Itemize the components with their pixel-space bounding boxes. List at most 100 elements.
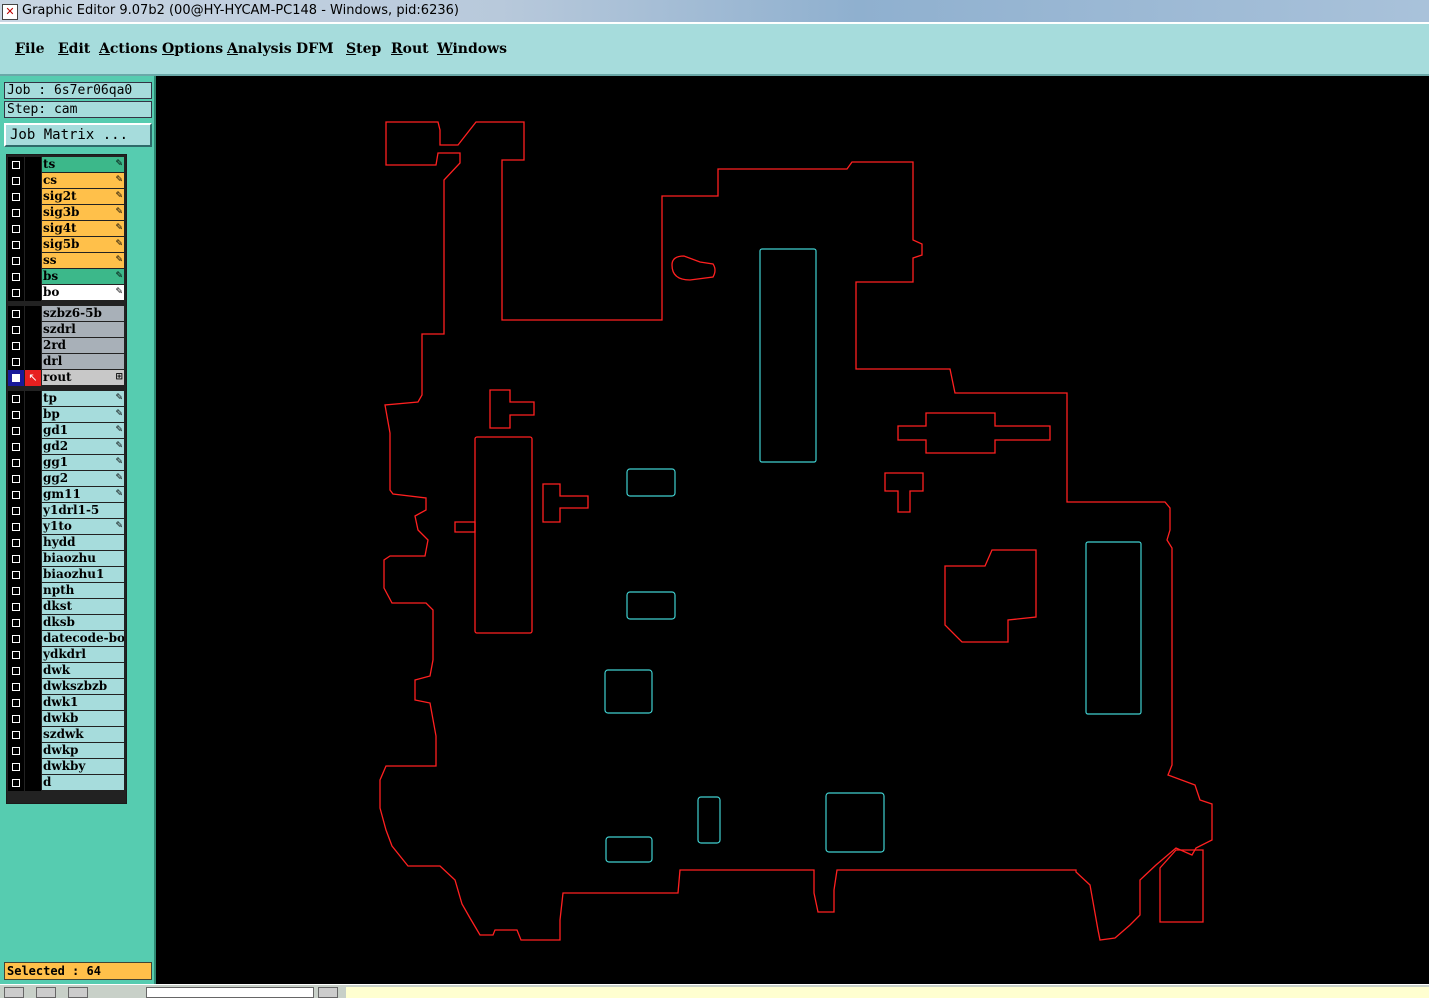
layer-affected-toggle[interactable] — [25, 487, 41, 503]
layer-row-dwk1[interactable]: dwk1 — [7, 695, 126, 711]
layer-name[interactable]: bs ✎ — [42, 269, 124, 284]
command-input[interactable] — [146, 987, 314, 998]
layer-display-checkbox[interactable] — [8, 647, 24, 663]
layer-display-checkbox[interactable] — [8, 306, 24, 322]
layer-affected-toggle[interactable] — [25, 519, 41, 535]
layer-row-biaozhu1[interactable]: biaozhu1 — [7, 567, 126, 583]
layer-name[interactable]: gm11 ✎ — [42, 487, 124, 502]
layer-display-checkbox[interactable] — [8, 535, 24, 551]
layer-display-checkbox[interactable] — [8, 503, 24, 519]
layer-name[interactable]: 2rd — [42, 338, 124, 353]
menu-windows[interactable]: Windows — [437, 41, 507, 57]
layer-affected-toggle[interactable] — [25, 237, 41, 253]
layer-display-checkbox[interactable] — [8, 370, 24, 386]
layer-name[interactable]: dwk — [42, 663, 124, 678]
layer-display-checkbox[interactable] — [8, 471, 24, 487]
menu-edit[interactable]: Edit — [58, 41, 90, 57]
layer-row-szdwk[interactable]: szdwk — [7, 727, 126, 743]
layer-name[interactable]: npth — [42, 583, 124, 598]
layer-display-checkbox[interactable] — [8, 221, 24, 237]
layer-display-checkbox[interactable] — [8, 338, 24, 354]
layer-display-checkbox[interactable] — [8, 727, 24, 743]
layer-name[interactable]: cs ✎ — [42, 173, 124, 188]
layer-affected-toggle[interactable] — [25, 189, 41, 205]
layer-name[interactable]: sig2t ✎ — [42, 189, 124, 204]
layer-affected-toggle[interactable] — [25, 711, 41, 727]
layer-display-checkbox[interactable] — [8, 253, 24, 269]
layer-affected-toggle[interactable] — [25, 679, 41, 695]
layer-display-checkbox[interactable] — [8, 551, 24, 567]
layer-name[interactable]: gd2 ✎ — [42, 439, 124, 454]
layer-row-bs[interactable]: bs ✎ — [7, 269, 126, 285]
layer-row-ts[interactable]: ts ✎ — [7, 157, 126, 173]
layer-affected-toggle[interactable] — [25, 727, 41, 743]
layer-display-checkbox[interactable] — [8, 743, 24, 759]
layer-row-gg2[interactable]: gg2 ✎ — [7, 471, 126, 487]
layer-name[interactable]: ss ✎ — [42, 253, 124, 268]
layer-name[interactable]: szdwk — [42, 727, 124, 742]
layer-name[interactable]: sig5b ✎ — [42, 237, 124, 252]
menu-actions[interactable]: Actions — [99, 41, 158, 57]
layer-affected-toggle[interactable] — [25, 285, 41, 301]
layer-row-rout[interactable]: ↖ rout ⊞ — [7, 370, 126, 386]
layer-affected-toggle[interactable] — [25, 423, 41, 439]
layer-row-sig3b[interactable]: sig3b ✎ — [7, 205, 126, 221]
layer-display-checkbox[interactable] — [8, 354, 24, 370]
layer-name[interactable]: sig3b ✎ — [42, 205, 124, 220]
layer-name[interactable]: dwk1 — [42, 695, 124, 710]
layer-name[interactable]: dwkb — [42, 711, 124, 726]
menu-dfm[interactable]: DFM — [296, 41, 334, 57]
layer-display-checkbox[interactable] — [8, 775, 24, 791]
job-matrix-button[interactable]: Job Matrix ... — [4, 123, 152, 147]
layer-display-checkbox[interactable] — [8, 205, 24, 221]
layer-name[interactable]: dwkby — [42, 759, 124, 774]
layer-row-dwkby[interactable]: dwkby — [7, 759, 126, 775]
bottom-button-4[interactable] — [318, 987, 338, 998]
layer-name[interactable]: sig4t ✎ — [42, 221, 124, 236]
layer-affected-toggle[interactable] — [25, 631, 41, 647]
layer-affected-toggle[interactable] — [25, 551, 41, 567]
layer-name[interactable]: gg1 ✎ — [42, 455, 124, 470]
layer-row-gg1[interactable]: gg1 ✎ — [7, 455, 126, 471]
layer-row-bp[interactable]: bp ✎ — [7, 407, 126, 423]
layer-display-checkbox[interactable] — [8, 237, 24, 253]
layer-display-checkbox[interactable] — [8, 439, 24, 455]
layer-affected-toggle[interactable] — [25, 221, 41, 237]
layer-name[interactable]: datecode-bo — [42, 631, 124, 646]
layer-display-checkbox[interactable] — [8, 391, 24, 407]
layer-affected-toggle[interactable] — [25, 354, 41, 370]
layer-name[interactable]: biaozhu1 — [42, 567, 124, 582]
layer-affected-toggle[interactable] — [25, 695, 41, 711]
menu-step[interactable]: Step — [346, 41, 381, 57]
layer-display-checkbox[interactable] — [8, 567, 24, 583]
layer-row-dksb[interactable]: dksb — [7, 615, 126, 631]
menu-options[interactable]: Options — [162, 41, 223, 57]
layer-name[interactable]: szdrl — [42, 322, 124, 337]
layer-name[interactable]: dwkszbzb — [42, 679, 124, 694]
layer-row-gd1[interactable]: gd1 ✎ — [7, 423, 126, 439]
layer-row-szdrl[interactable]: szdrl — [7, 322, 126, 338]
layer-row-ss[interactable]: ss ✎ — [7, 253, 126, 269]
menu-file[interactable]: File — [15, 41, 45, 57]
layer-affected-toggle[interactable] — [25, 338, 41, 354]
bottom-button-1[interactable] — [4, 987, 24, 998]
layer-affected-toggle[interactable] — [25, 455, 41, 471]
layer-display-checkbox[interactable] — [8, 269, 24, 285]
layer-affected-toggle[interactable] — [25, 391, 41, 407]
layer-display-checkbox[interactable] — [8, 189, 24, 205]
layer-row-npth[interactable]: npth — [7, 583, 126, 599]
layer-affected-toggle[interactable] — [25, 615, 41, 631]
layer-affected-toggle[interactable] — [25, 503, 41, 519]
layer-name[interactable]: dksb — [42, 615, 124, 630]
layer-row-d[interactable]: d — [7, 775, 126, 791]
layer-display-checkbox[interactable] — [8, 423, 24, 439]
layer-row-gd2[interactable]: gd2 ✎ — [7, 439, 126, 455]
layer-affected-toggle[interactable] — [25, 306, 41, 322]
layer-affected-toggle[interactable] — [25, 743, 41, 759]
layer-row-dwk[interactable]: dwk — [7, 663, 126, 679]
graphic-canvas[interactable] — [156, 76, 1429, 984]
layer-row-drl[interactable]: drl — [7, 354, 126, 370]
layer-name[interactable]: y1drl1-5 — [42, 503, 124, 518]
layer-display-checkbox[interactable] — [8, 322, 24, 338]
layer-name[interactable]: bp ✎ — [42, 407, 124, 422]
